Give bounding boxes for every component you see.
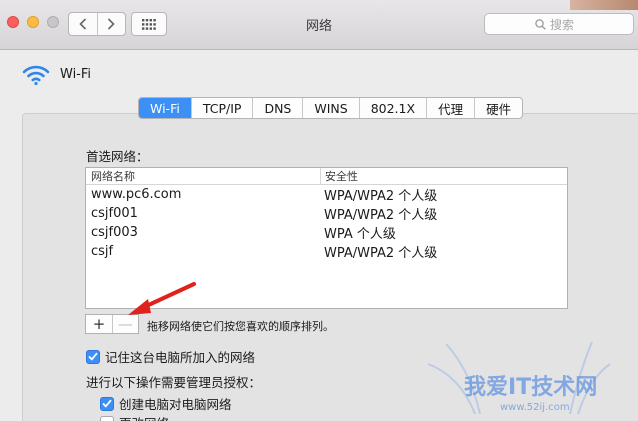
network-security: WPA 个人级 (324, 227, 396, 242)
annotation-arrow-icon (128, 282, 196, 315)
tab-dns[interactable]: DNS (252, 98, 302, 118)
admin-auth-label: 进行以下操作需要管理员授权： (86, 375, 262, 390)
tab-wins[interactable]: WINS (302, 98, 358, 118)
add-network-button[interactable]: + (86, 315, 112, 333)
tab-proxy[interactable]: 代理 (426, 98, 474, 118)
create-computer-network-checkbox[interactable] (100, 396, 114, 411)
network-security: WPA/WPA2 个人级 (324, 208, 438, 223)
table-row[interactable]: www.pc6.com WPA/WPA2 个人级 (86, 185, 567, 204)
create-computer-network-option[interactable]: 创建电脑对电脑网络 (100, 394, 232, 413)
desktop-wallpaper-edge (570, 0, 638, 10)
tab-8021x[interactable]: 802.1X (358, 98, 426, 118)
reorder-hint: 拖移网络使它们按您喜欢的顺序排列。 (147, 320, 334, 333)
table-row[interactable]: csjf003 WPA 个人级 (86, 223, 567, 242)
remember-networks-label: 记住这台电脑所加入的网络 (105, 350, 256, 365)
network-name: csjf001 (91, 206, 138, 221)
create-computer-network-label: 创建电脑对电脑网络 (119, 397, 232, 412)
change-networks-checkbox[interactable] (100, 415, 114, 421)
wifi-icon (22, 65, 50, 86)
tab-tcpip[interactable]: TCP/IP (190, 98, 253, 118)
column-header-name[interactable]: 网络名称 (86, 168, 320, 184)
title-bar: 网络 搜索 (0, 0, 638, 50)
change-networks-label: 更改网络 (119, 413, 169, 421)
search-field[interactable]: 搜索 (484, 13, 634, 35)
preferred-networks-label: 首选网络： (86, 149, 149, 164)
tab-bar: Wi-Fi TCP/IP DNS WINS 802.1X 代理 硬件 (138, 97, 524, 119)
remember-networks-checkbox[interactable] (86, 349, 100, 364)
table-row[interactable]: csjf WPA/WPA2 个人级 (86, 242, 567, 261)
watermark-url: www.52ij.com (500, 402, 570, 413)
change-networks-option[interactable]: 更改网络 (100, 413, 169, 421)
checkmark-icon (102, 399, 112, 408)
search-icon (535, 18, 546, 30)
watermark-brand: 我爱IT技术网 (464, 375, 597, 400)
network-name: www.pc6.com (91, 187, 182, 202)
search-placeholder: 搜索 (550, 17, 575, 32)
network-name: csjf003 (91, 225, 138, 240)
service-name: Wi-Fi (60, 67, 92, 82)
column-header-security[interactable]: 安全性 (320, 168, 567, 184)
network-security: WPA/WPA2 个人级 (324, 189, 438, 204)
remember-networks-option[interactable]: 记住这台电脑所加入的网络 (86, 347, 255, 366)
tab-hardware[interactable]: 硬件 (474, 98, 522, 118)
network-name: csjf (91, 244, 114, 259)
site-watermark: 我爱IT技术网 www.52ij.com (427, 341, 611, 415)
table-row[interactable]: csjf001 WPA/WPA2 个人级 (86, 204, 567, 223)
network-security: WPA/WPA2 个人级 (324, 246, 438, 261)
table-header: 网络名称 安全性 (86, 168, 567, 185)
checkmark-icon (88, 352, 98, 361)
tab-wifi[interactable]: Wi-Fi (139, 98, 191, 118)
